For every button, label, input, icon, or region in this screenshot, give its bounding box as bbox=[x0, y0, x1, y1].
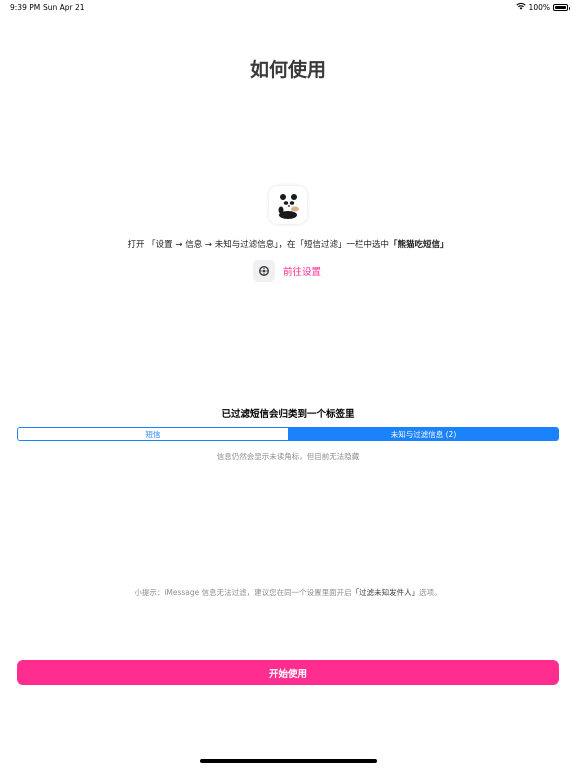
battery-icon bbox=[553, 3, 570, 11]
go-to-settings-link[interactable]: 前往设置 bbox=[283, 264, 321, 278]
tip-suffix: 选项。 bbox=[419, 588, 442, 597]
panda-icon bbox=[269, 186, 307, 224]
wifi-icon bbox=[515, 2, 526, 12]
start-using-button[interactable]: 开始使用 bbox=[17, 660, 559, 685]
battery-percent: 100% bbox=[528, 2, 550, 12]
message-type-segmented-control[interactable]: 短信 未知与过滤信息 (2) bbox=[17, 427, 559, 441]
segment-sms[interactable]: 短信 bbox=[18, 428, 289, 440]
status-right: 100% bbox=[515, 2, 570, 12]
settings-gear-icon[interactable] bbox=[253, 260, 275, 282]
battery-level bbox=[555, 5, 566, 9]
instruction-text: 打开 「设置 → 信息 → 未知与过滤信息」，在「短信过滤」一栏中选中「熊猫吃短… bbox=[0, 238, 576, 250]
go-to-settings-row[interactable]: 前往设置 bbox=[253, 260, 321, 282]
section-heading: 已过滤短信会归类到一个标签里 bbox=[221, 409, 355, 420]
how-to-use-screen: 9:39 PM Sun Apr 21 100% 如何使用 打开 「设置 → 信息… bbox=[0, 0, 576, 768]
badge-note: 信息仍然会显示未读角标，但目前无法隐藏 bbox=[216, 452, 360, 461]
segment-unknown-filtered[interactable]: 未知与过滤信息 (2) bbox=[289, 428, 558, 440]
tip-option-name: 「过滤未知发件人」 bbox=[351, 588, 420, 597]
tip-text: 小提示：iMessage 信息无法过滤，建议您在同一个设置里面开启「过滤未知发件… bbox=[0, 587, 576, 598]
status-bar: 9:39 PM Sun Apr 21 100% bbox=[0, 0, 576, 14]
instruction-prefix: 打开 「设置 → 信息 → 未知与过滤信息」，在「短信过滤」一栏中选中 bbox=[127, 240, 389, 250]
page-title: 如何使用 bbox=[249, 59, 326, 81]
status-time: 9:39 PM bbox=[10, 3, 41, 12]
status-date: Sun Apr 21 bbox=[43, 3, 85, 12]
instruction-app-name: 「熊猫吃短信」 bbox=[389, 240, 449, 250]
home-indicator[interactable] bbox=[200, 759, 377, 763]
tip-prefix: 小提示：iMessage 信息无法过滤，建议您在同一个设置里面开启 bbox=[134, 588, 352, 597]
